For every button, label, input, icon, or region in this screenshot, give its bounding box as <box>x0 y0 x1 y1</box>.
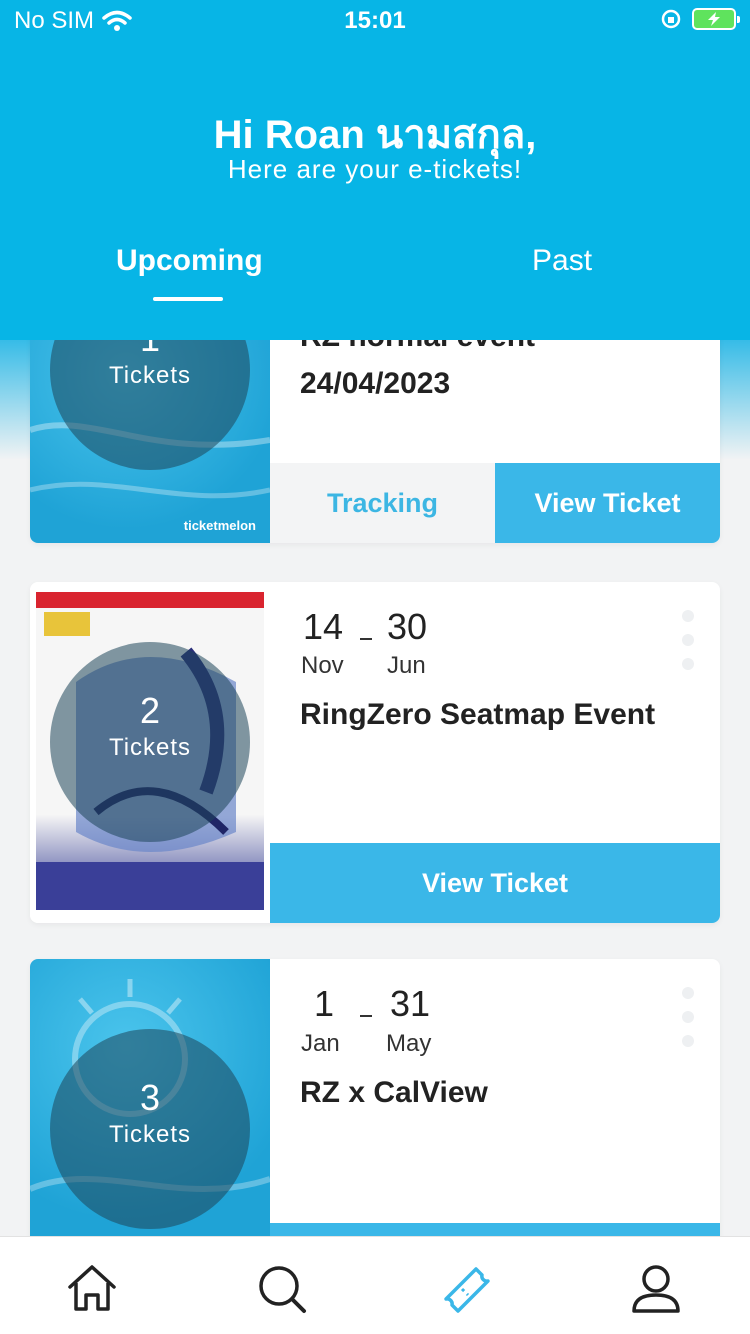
end-day: 31 <box>390 983 431 1024</box>
header: No SIM 15:01 Hi Roan นามสกุล, Here are y… <box>0 0 750 340</box>
date-separator <box>360 1015 372 1017</box>
event-image: 3 Tickets <box>30 959 270 1249</box>
home-icon[interactable] <box>62 1259 122 1319</box>
clock: 15:01 <box>344 7 406 34</box>
event-title: RingZero Seatmap Event <box>300 698 656 731</box>
start-day: 14 <box>303 606 344 647</box>
greeting-subtitle: Here are your e-tickets! <box>227 154 523 184</box>
ticket-card-3[interactable]: 3 Tickets 1 Jan 31 May RZ x CalView <box>30 959 720 1249</box>
more-options-icon[interactable] <box>682 987 694 1059</box>
date-separator <box>360 638 372 640</box>
ticket-card-2[interactable]: 2 Tickets 14 Nov 30 Jun RingZero Seatmap… <box>30 582 720 923</box>
orientation-lock-icon <box>661 9 681 29</box>
view-ticket-button[interactable]: View Ticket <box>270 843 720 923</box>
tab-past[interactable]: Past <box>532 244 592 278</box>
ticket-count-label: Tickets <box>108 362 192 389</box>
tab-indicator <box>153 297 223 301</box>
ticket-count: 3 <box>139 1077 161 1118</box>
profile-icon[interactable] <box>626 1259 686 1319</box>
ticket-icon[interactable] <box>438 1259 498 1319</box>
bottom-nav <box>0 1236 750 1334</box>
event-image: 2 Tickets <box>30 582 270 923</box>
ticket-count-badge: 2 Tickets <box>50 642 250 842</box>
battery-icon <box>692 8 740 30</box>
watermark: ticketmelon <box>183 518 256 533</box>
event-title: RZ x CalView <box>300 1076 488 1109</box>
ticket-count: 2 <box>139 690 161 731</box>
start-month: Jan <box>301 1030 340 1057</box>
tab-upcoming[interactable]: Upcoming <box>116 244 263 278</box>
end-month: May <box>386 1030 432 1057</box>
status-bar: No SIM 15:01 <box>0 0 750 40</box>
more-options-icon[interactable] <box>682 610 694 682</box>
ticket-count-label: Tickets <box>108 1121 192 1148</box>
start-day: 1 <box>314 983 335 1024</box>
event-date: 24/04/2023 <box>300 367 451 400</box>
ticket-count-label: Tickets <box>108 734 192 761</box>
tracking-button[interactable]: Tracking <box>270 463 495 543</box>
start-month: Nov <box>301 652 344 679</box>
search-icon[interactable] <box>252 1259 312 1319</box>
end-day: 30 <box>387 606 428 647</box>
view-ticket-button[interactable]: View Ticket <box>495 463 720 543</box>
end-month: Jun <box>387 652 426 679</box>
ticket-count-badge: 3 Tickets <box>50 1029 250 1229</box>
